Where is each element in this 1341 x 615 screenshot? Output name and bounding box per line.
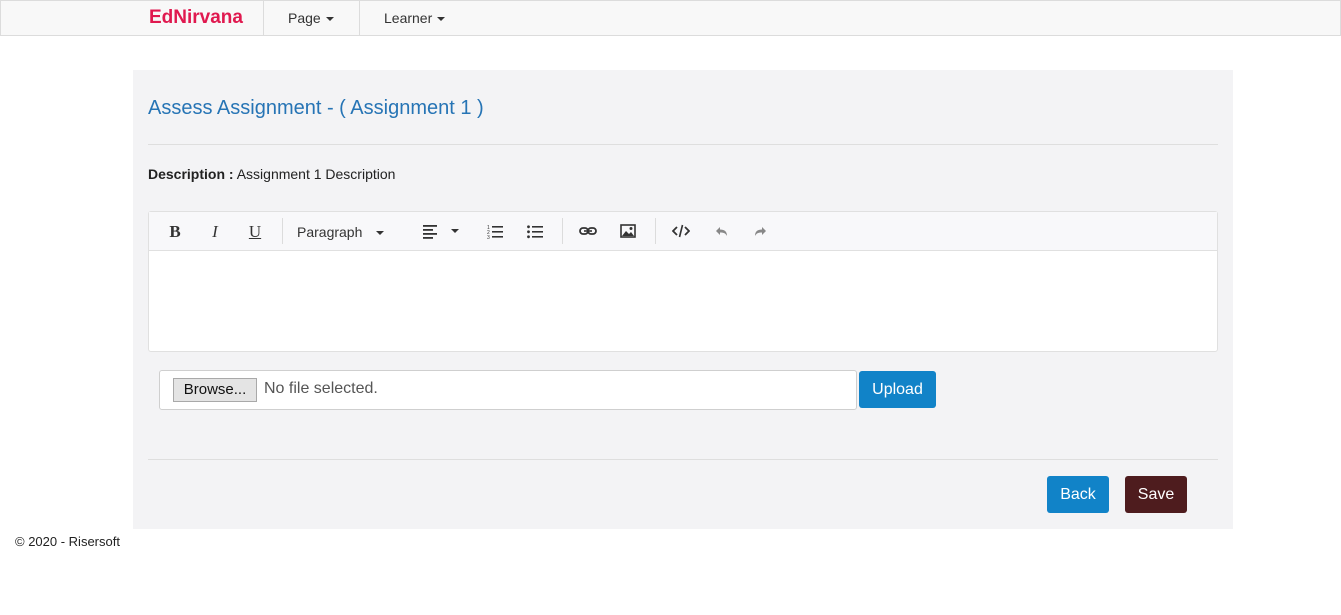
svg-text:3: 3 [487, 235, 490, 239]
top-navbar: EdNirvana Page Learner [0, 0, 1341, 36]
nav-divider [359, 1, 360, 35]
italic-icon[interactable]: I [205, 221, 225, 243]
align-left-icon [423, 225, 459, 239]
description: Description : Assignment 1 Description [148, 166, 395, 182]
code-icon[interactable] [671, 221, 691, 243]
description-value: Assignment 1 Description [236, 166, 396, 182]
unordered-list-icon[interactable] [525, 221, 545, 243]
save-button[interactable]: Save [1125, 476, 1187, 513]
divider [148, 459, 1218, 460]
nav-menu-page[interactable]: Page [288, 1, 334, 35]
caret-down-icon [325, 17, 334, 22]
nav-menu-learner-label: Learner [384, 10, 433, 26]
caret-down-icon [376, 231, 385, 236]
bold-icon[interactable]: B [165, 221, 185, 243]
toolbar-separator [655, 218, 656, 244]
back-button[interactable]: Back [1047, 476, 1109, 513]
rich-text-editor: B I U Paragraph 1 2 3 [148, 211, 1218, 352]
caret-down-icon [437, 17, 446, 22]
assess-panel: Assess Assignment - ( Assignment 1 ) Des… [133, 70, 1233, 529]
footer-copyright: © 2020 - Risersoft [15, 534, 120, 549]
brand-logo[interactable]: EdNirvana [149, 1, 243, 35]
description-label: Description : [148, 166, 234, 182]
redo-icon[interactable] [751, 221, 771, 243]
upload-button[interactable]: Upload [859, 371, 936, 408]
toolbar-separator [282, 218, 283, 244]
underline-icon[interactable]: U [245, 221, 265, 243]
divider [148, 144, 1218, 145]
align-dropdown[interactable] [419, 221, 463, 243]
block-format-select[interactable]: Paragraph [297, 221, 397, 243]
nav-divider [263, 1, 264, 35]
page-title: Assess Assignment - ( Assignment 1 ) [148, 97, 484, 119]
toolbar-separator [562, 218, 563, 244]
ordered-list-icon[interactable]: 1 2 3 [485, 221, 505, 243]
editor-toolbar: B I U Paragraph 1 2 3 [149, 212, 1217, 251]
nav-menu-learner[interactable]: Learner [384, 1, 446, 35]
block-format-value: Paragraph [297, 224, 363, 240]
browse-button[interactable]: Browse... [173, 378, 257, 402]
link-icon[interactable] [578, 221, 598, 243]
undo-icon[interactable] [711, 221, 731, 243]
image-icon[interactable] [618, 221, 638, 243]
file-input[interactable]: Browse... No file selected. [159, 370, 857, 410]
editor-content-area[interactable] [149, 251, 1217, 351]
file-status: No file selected. [264, 380, 378, 397]
nav-menu-page-label: Page [288, 10, 321, 26]
